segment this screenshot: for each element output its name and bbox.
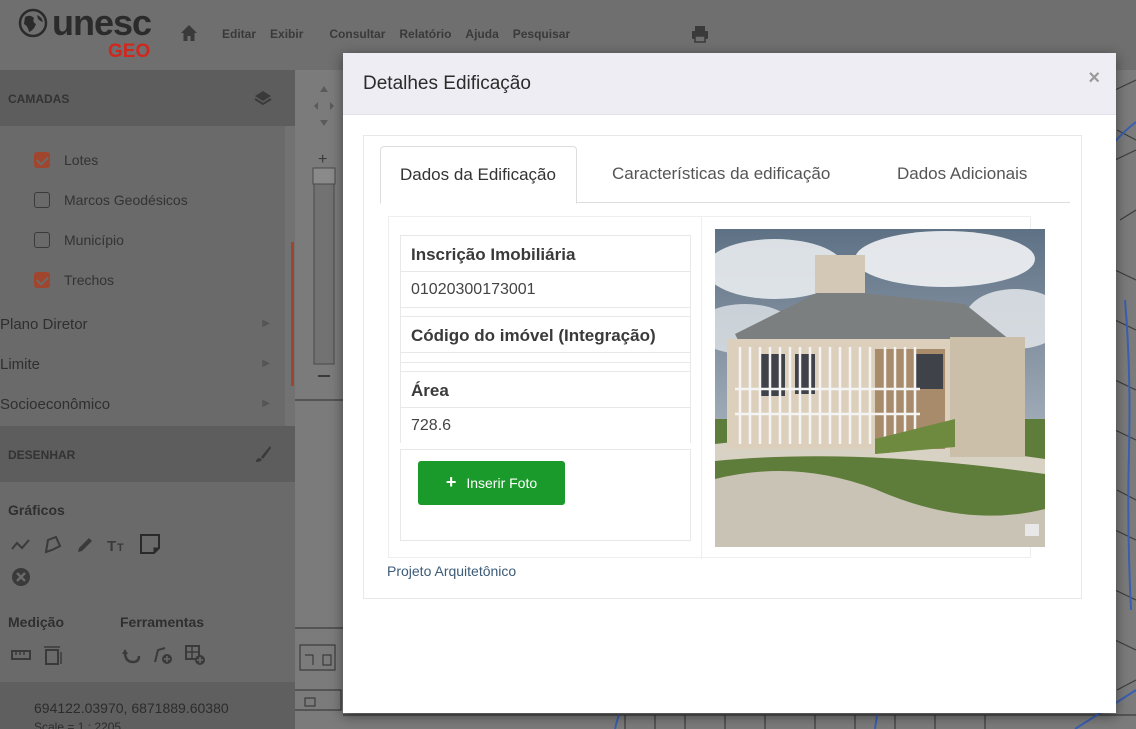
building-details-modal: Detalhes Edificação × Dados da Edificaçã… xyxy=(343,53,1116,713)
modal-header: Detalhes Edificação × xyxy=(343,53,1116,115)
draw-section-header[interactable]: DESENHAR xyxy=(0,426,295,482)
pencil-icon[interactable] xyxy=(74,534,96,556)
menu-item-consultar[interactable]: Consultar xyxy=(329,26,385,42)
menu-item-relatorio[interactable]: Relatório xyxy=(399,26,451,42)
chevron-right-icon: ▶ xyxy=(262,358,270,369)
add-table-icon[interactable] xyxy=(184,644,206,666)
tab-dados-adicionais[interactable]: Dados Adicionais xyxy=(897,146,1027,203)
layer-label: Marcos Geodésicos xyxy=(64,192,188,208)
home-icon[interactable] xyxy=(180,24,198,42)
clear-icon[interactable] xyxy=(10,566,32,588)
group-socioeconomico[interactable]: Socioeconômico ▶ xyxy=(0,396,280,413)
globe-icon xyxy=(18,8,48,38)
brush-icon xyxy=(256,446,271,462)
layer-item-municipio[interactable]: Município xyxy=(34,232,124,248)
draw-title: DESENHAR xyxy=(8,448,76,462)
menu-item-pesquisar[interactable]: Pesquisar xyxy=(513,26,570,42)
field-label-area: Área xyxy=(400,371,691,407)
svg-text:T: T xyxy=(117,542,124,554)
group-label: Limite xyxy=(0,356,41,373)
layer-label: Lotes xyxy=(64,152,99,168)
field-value-area: 728.6 xyxy=(400,407,691,443)
tab-caracteristicas[interactable]: Características da edificação xyxy=(612,146,830,203)
undo-icon[interactable] xyxy=(120,644,142,666)
field-label-codigo: Código do imóvel (Integração) xyxy=(400,316,691,352)
layers-section-header[interactable]: CAMADAS xyxy=(0,70,295,126)
add-vertex-icon[interactable] xyxy=(152,644,174,666)
layer-item-lotes[interactable]: Lotes xyxy=(34,152,98,168)
close-icon[interactable]: × xyxy=(1088,67,1100,90)
fields-column: Inscrição Imobiliária 01020300173001 Cód… xyxy=(389,217,702,559)
group-plano-diretor[interactable]: Plano Diretor ▶ xyxy=(0,316,280,333)
measure-label: Medição xyxy=(8,614,65,630)
printer-icon[interactable] xyxy=(690,24,710,44)
layer-label: Município xyxy=(64,232,124,248)
brand-subtitle: GEO xyxy=(108,41,151,62)
svg-text:+: + xyxy=(318,151,327,168)
insert-photo-button[interactable]: + Inserir Foto xyxy=(418,461,565,505)
group-limite[interactable]: Limite ▶ xyxy=(0,356,280,373)
field-value-inscricao: 01020300173001 xyxy=(400,271,691,307)
layer-item-trechos[interactable]: Trechos xyxy=(34,272,114,288)
chevron-right-icon: ▶ xyxy=(262,398,270,409)
insert-photo-label: Inserir Foto xyxy=(466,475,538,491)
tab-bar: Dados da Edificação Características da e… xyxy=(380,146,1070,204)
group-label: Socioeconômico xyxy=(0,396,111,413)
left-sidebar: CAMADAS Lotes Marcos Geodésicos Municípi… xyxy=(0,70,295,729)
building-photo[interactable] xyxy=(715,229,1045,547)
details-panel: Dados da Edificação Características da e… xyxy=(363,135,1082,599)
checkbox-unchecked[interactable] xyxy=(34,232,50,248)
checkbox-checked[interactable] xyxy=(34,272,50,288)
layer-label: Trechos xyxy=(64,272,115,288)
modal-title: Detalhes Edificação xyxy=(363,73,531,94)
scrollbar-thumb[interactable] xyxy=(291,242,294,386)
tools-label: Ferramentas xyxy=(120,614,205,630)
polyline-icon[interactable] xyxy=(10,534,32,556)
scale-readout: Scale = 1 : 2205 xyxy=(34,720,122,729)
field-label-inscricao: Inscrição Imobiliária xyxy=(400,235,691,271)
main-menu: Editar Exibir Consultar Relatório Ajuda … xyxy=(222,26,584,42)
text-icon[interactable]: T T xyxy=(106,534,128,556)
note-icon[interactable] xyxy=(138,532,162,556)
plus-icon: + xyxy=(445,471,457,492)
app-logo: unesc GEO xyxy=(18,2,168,64)
photo-column xyxy=(703,217,1045,559)
checkbox-checked[interactable] xyxy=(34,152,50,168)
menu-item-exibir[interactable]: Exibir xyxy=(270,26,303,42)
area-measure-icon[interactable] xyxy=(42,644,64,666)
zoom-slider[interactable]: + xyxy=(312,84,336,384)
tab-dados-edificacao[interactable]: Dados da Edificação xyxy=(380,146,577,204)
tab-content: Inscrição Imobiliária 01020300173001 Cód… xyxy=(388,216,1045,559)
ruler-icon[interactable] xyxy=(10,644,32,666)
chevron-right-icon: ▶ xyxy=(262,318,270,329)
layers-icon xyxy=(254,91,272,106)
project-link[interactable]: Projeto Arquitetônico xyxy=(387,563,516,579)
layers-title: CAMADAS xyxy=(8,92,70,106)
brand-name: unesc xyxy=(52,2,152,43)
graphics-label: Gráficos xyxy=(8,502,65,518)
photo-actions: + Inserir Foto xyxy=(400,449,691,541)
group-label: Plano Diretor xyxy=(0,316,88,333)
menu-item-editar[interactable]: Editar xyxy=(222,26,256,42)
checkbox-unchecked[interactable] xyxy=(34,192,50,208)
svg-text:T: T xyxy=(107,538,116,555)
layer-item-marcos-geodesicos[interactable]: Marcos Geodésicos xyxy=(34,192,188,208)
menu-item-ajuda[interactable]: Ajuda xyxy=(465,26,498,42)
coordinates-bar: 694122.03970, 6871889.60380 Scale = 1 : … xyxy=(0,682,295,729)
layers-scrollbar[interactable] xyxy=(285,126,295,426)
polygon-icon[interactable] xyxy=(42,534,64,556)
coordinates-readout: 694122.03970, 6871889.60380 xyxy=(34,700,229,716)
